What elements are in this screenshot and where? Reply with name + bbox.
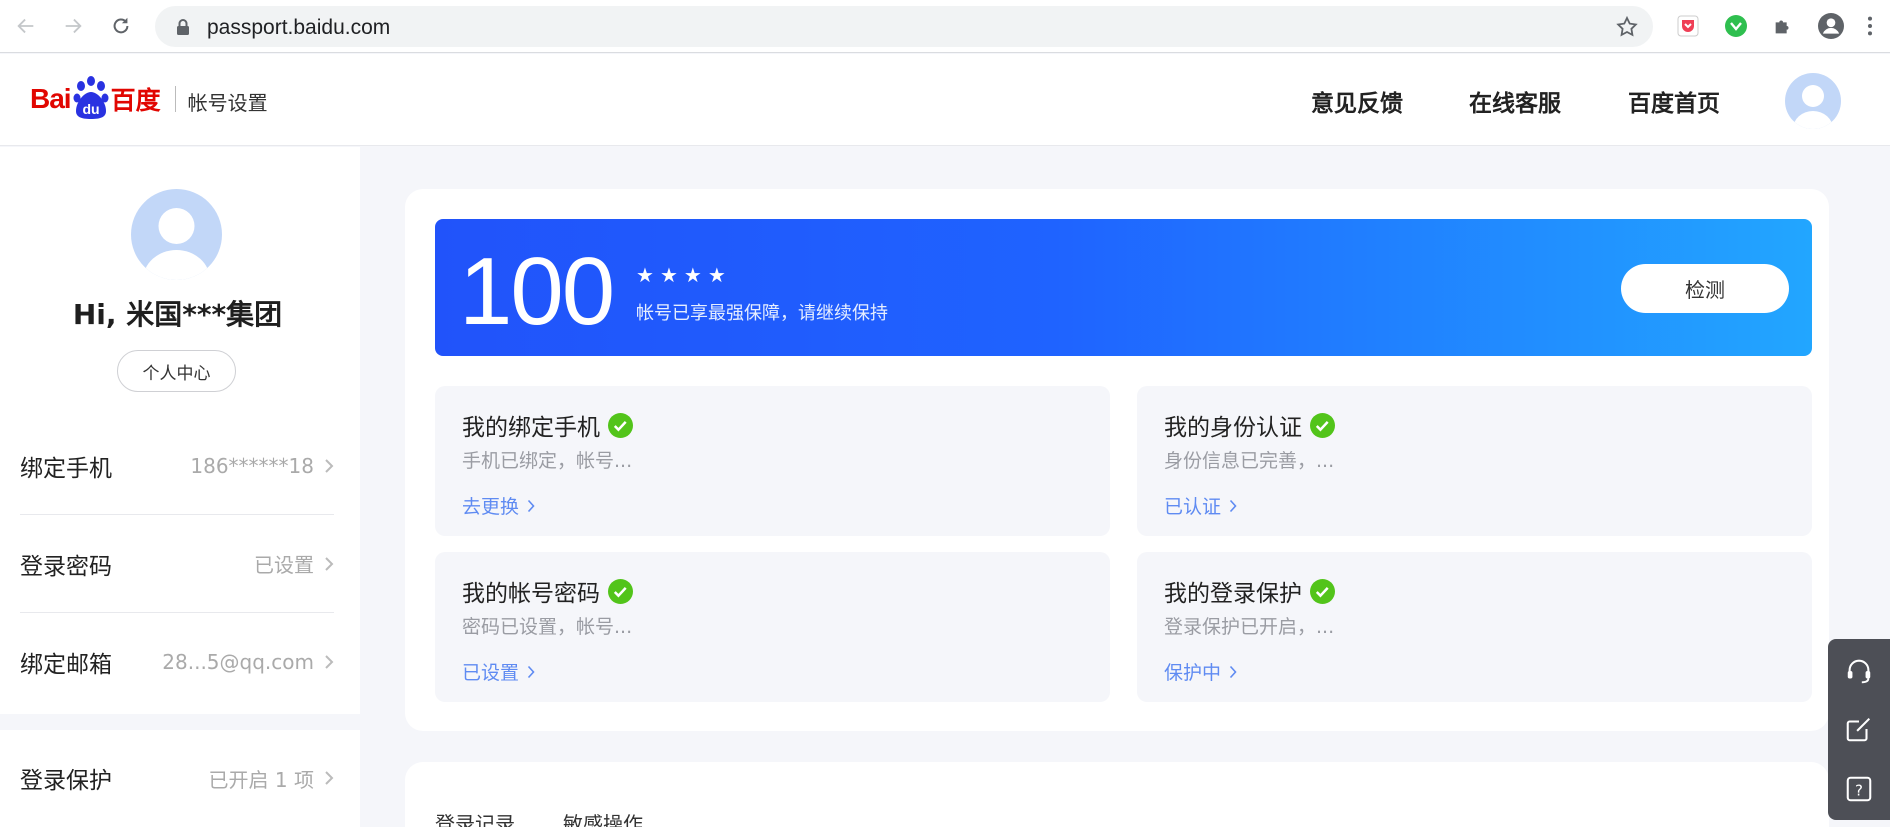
security-score-banner: 100 ★ ★ ★ ★ 帐号已享最强保障，请继续保持 检测 [435, 219, 1812, 356]
bookmark-star-icon[interactable] [1615, 15, 1639, 39]
card-action-label: 已认证 [1164, 496, 1222, 518]
card-action-link[interactable]: 去更换 [462, 492, 535, 519]
logo-divider [174, 86, 176, 112]
sidebar-avatar[interactable] [131, 189, 222, 280]
card-action-link[interactable]: 保护中 [1164, 658, 1237, 685]
card-login-protection[interactable]: 我的登录保护 登录保护已开启，... 保护中 [1137, 552, 1812, 702]
sidebar-divider [0, 714, 360, 730]
chevron-right-icon [325, 556, 334, 571]
headset-icon[interactable] [1843, 655, 1875, 687]
security-score: 100 [459, 238, 615, 345]
card-description: 密码已设置，帐号... [462, 616, 633, 638]
forward-button[interactable] [59, 12, 87, 40]
card-title: 我的绑定手机 [462, 415, 600, 441]
sidebar-item-label: 绑定手机 [20, 455, 112, 482]
detect-button[interactable]: 检测 [1621, 264, 1789, 313]
floating-tool-panel: ? [1828, 639, 1890, 820]
card-title: 我的帐号密码 [462, 581, 600, 607]
profile-icon[interactable] [1817, 12, 1845, 40]
sidebar-item-value: 已设置 [254, 553, 314, 577]
card-description: 手机已绑定，帐号... [462, 450, 633, 472]
sidebar-item-email[interactable]: 绑定邮箱 28...5@qq.com [20, 613, 334, 711]
reload-button[interactable] [107, 12, 135, 40]
sidebar-item-value: 186******18 [190, 453, 314, 478]
arrow-left-icon [17, 18, 34, 34]
tab-sensitive-operations[interactable]: 敏感操作 [563, 808, 643, 827]
sidebar-item-label: 绑定邮箱 [20, 652, 112, 678]
card-description: 身份信息已完善，... [1164, 450, 1335, 472]
card-action-label: 保护中 [1164, 662, 1222, 684]
sidebar-item-login-protection[interactable]: 登录保护 已开启 1 项 [20, 729, 334, 827]
logo-text-bai: Bai [30, 83, 72, 114]
lock-icon [177, 19, 189, 35]
chevron-right-icon [1229, 665, 1237, 678]
sidebar-item-label: 登录保护 [20, 768, 112, 794]
star-icon: ★ [659, 263, 678, 287]
chevron-right-icon [325, 458, 334, 473]
sidebar-item-label: 登录密码 [20, 553, 112, 580]
security-overview-card: 100 ★ ★ ★ ★ 帐号已享最强保障，请继续保持 检测 我的绑定手机 手机已… [405, 189, 1829, 731]
card-bound-phone[interactable]: 我的绑定手机 手机已绑定，帐号... 去更换 [435, 386, 1110, 536]
sidebar-item-phone[interactable]: 绑定手机 186******18 [20, 417, 334, 515]
check-circle-icon [1310, 578, 1335, 604]
personal-center-button[interactable]: 个人中心 [117, 350, 236, 392]
card-title: 我的登录保护 [1164, 581, 1302, 607]
help-icon[interactable]: ? [1843, 773, 1875, 805]
star-icon: ★ [707, 263, 726, 287]
chevron-right-icon [1229, 499, 1237, 512]
sidebar-item-value: 28...5@qq.com [162, 650, 314, 674]
baidu-logo[interactable]: Bai du 百度 帐号设置 [30, 74, 268, 124]
card-title: 我的身份认证 [1164, 415, 1302, 441]
score-stars: ★ ★ ★ ★ [636, 265, 726, 285]
card-action-link[interactable]: 已认证 [1164, 492, 1237, 519]
check-circle-icon [608, 412, 633, 438]
user-greeting: Hi, 米国***集团 [72, 298, 283, 331]
chevron-right-icon [527, 665, 535, 678]
extension-green-icon[interactable] [1722, 12, 1750, 40]
edit-icon[interactable] [1843, 713, 1875, 745]
tab-login-records[interactable]: 登录记录 [435, 808, 515, 827]
sidebar-item-password[interactable]: 登录密码 已设置 [20, 515, 334, 613]
card-action-label: 已设置 [462, 662, 520, 684]
baidu-home-link[interactable]: 百度首页 [1628, 84, 1720, 118]
card-action-link[interactable]: 已设置 [462, 658, 535, 685]
user-avatar-icon [1793, 85, 1833, 129]
extensions-puzzle-icon[interactable] [1769, 12, 1797, 40]
card-action-label: 去更换 [462, 496, 520, 518]
more-vert-icon[interactable] [1860, 12, 1880, 40]
header-avatar[interactable] [1785, 73, 1841, 129]
reload-icon [113, 17, 129, 34]
check-circle-icon [1310, 412, 1335, 438]
user-avatar-icon [143, 208, 210, 280]
chevron-right-icon [325, 771, 334, 785]
online-service-link[interactable]: 在线客服 [1469, 84, 1561, 118]
feedback-link[interactable]: 意见反馈 [1311, 84, 1403, 118]
card-identity-verification[interactable]: 我的身份认证 身份信息已完善，... 已认证 [1137, 386, 1812, 536]
address-bar[interactable]: passport.baidu.com [155, 6, 1653, 47]
records-card: 登录记录 敏感操作 [405, 762, 1829, 827]
url-text: passport.baidu.com [207, 16, 391, 39]
card-description: 登录保护已开启，... [1164, 616, 1335, 638]
browser-toolbar: passport.baidu.com [0, 0, 1890, 53]
logo-text-cn: 百度 [110, 86, 161, 115]
baidu-paw-icon: du [73, 76, 109, 119]
page-subtitle: 帐号设置 [187, 90, 268, 115]
extension-pocket-icon[interactable] [1674, 12, 1702, 40]
arrow-right-icon [65, 18, 82, 34]
chevron-right-icon [527, 499, 535, 512]
star-icon: ★ [636, 263, 654, 287]
svg-text:?: ? [1855, 782, 1863, 800]
score-message: 帐号已享最强保障，请继续保持 [636, 303, 888, 324]
site-header: Bai du 百度 帐号设置 意见反馈 在线客服 百度首页 [0, 54, 1890, 146]
sidebar: Hi, 米国***集团 个人中心 绑定手机 186******18 登录密码 已… [0, 147, 360, 827]
logo-text-du: du [82, 101, 99, 117]
chevron-right-icon [325, 655, 334, 669]
card-account-password[interactable]: 我的帐号密码 密码已设置，帐号... 已设置 [435, 552, 1110, 702]
back-button[interactable] [12, 12, 40, 40]
sidebar-item-value: 已开启 1 项 [208, 767, 314, 792]
check-circle-icon [608, 578, 633, 604]
star-icon: ★ [683, 263, 702, 287]
